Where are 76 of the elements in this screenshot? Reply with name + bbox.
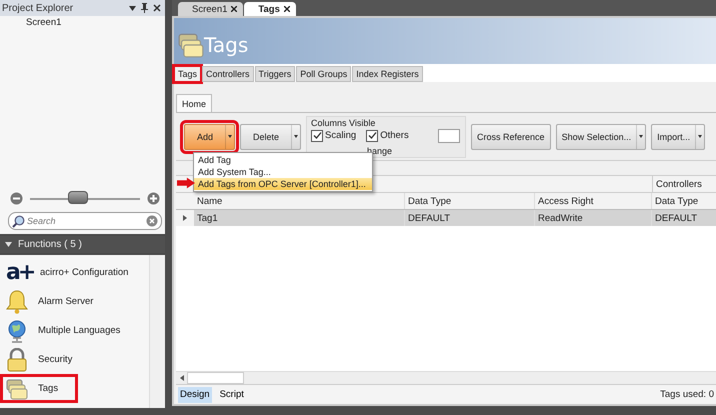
checkbox-option[interactable]: Scaling: [311, 130, 356, 142]
caret-icon: [294, 135, 298, 138]
function-label: Tags: [38, 383, 58, 394]
tab[interactable]: Triggers: [254, 66, 296, 82]
globe-icon: [6, 318, 28, 342]
table-cell: ReadWrite: [535, 210, 652, 226]
function-label: acirro+ Configuration: [40, 267, 128, 278]
document-tab[interactable]: Screen1: [178, 2, 244, 16]
search-input[interactable]: Search: [27, 216, 144, 226]
folders-icon: [6, 378, 28, 400]
scrollbar[interactable]: [149, 255, 165, 408]
menu-item[interactable]: Add Tag: [194, 154, 372, 166]
scroll-thumb[interactable]: [187, 372, 244, 384]
column-group-header: Controllers: [653, 176, 716, 192]
collapse-icon: [5, 242, 12, 247]
close-icon[interactable]: [153, 4, 161, 12]
tab[interactable]: Controllers: [202, 66, 254, 82]
menu-item[interactable]: Add Tags from OPC Server [Controller1]...: [194, 178, 372, 190]
ribbon-button[interactable]: Delete: [240, 124, 302, 150]
page-title: Tags: [204, 33, 248, 57]
input-field[interactable]: [438, 128, 460, 142]
close-icon[interactable]: [284, 6, 290, 12]
caret-icon: [228, 135, 232, 138]
checkbox[interactable]: [366, 130, 378, 142]
ribbon-tab[interactable]: Home: [176, 94, 212, 112]
row-pointer-icon: [183, 215, 187, 221]
function-label: Security: [38, 354, 72, 365]
pin-icon[interactable]: [141, 3, 148, 13]
section-header[interactable]: Functions ( 5 ): [0, 236, 165, 253]
column-header[interactable]: Data Type: [652, 193, 716, 209]
function-item[interactable]: a+ acirro+ Configuration: [0, 258, 149, 287]
function-item[interactable]: Tags: [0, 374, 78, 403]
column-header[interactable]: Data Type: [405, 193, 535, 209]
ribbon-button[interactable]: Cross Reference: [471, 124, 551, 150]
dropdown-icon[interactable]: [129, 6, 136, 10]
caret-icon: [698, 135, 702, 138]
document-tab[interactable]: Tags: [244, 2, 296, 16]
ribbon-button[interactable]: Show Selection...: [556, 124, 646, 150]
scroll-left-icon[interactable]: [180, 375, 184, 381]
tab[interactable]: Poll Groups: [296, 66, 352, 82]
checkbox-option[interactable]: Others: [366, 130, 409, 142]
table-cell: DEFAULT: [405, 210, 535, 226]
caret-icon: [639, 135, 644, 138]
function-item[interactable]: Multiple Languages: [0, 316, 149, 345]
view-tab[interactable]: Design: [178, 386, 212, 402]
bell-icon: [6, 290, 28, 314]
close-icon[interactable]: [231, 6, 238, 12]
function-label: Alarm Server: [38, 296, 94, 307]
folders-icon: [178, 32, 204, 58]
scrollbar[interactable]: [176, 371, 716, 384]
function-item[interactable]: Security: [0, 345, 149, 374]
search-icon: [12, 214, 25, 228]
column-header[interactable]: Access Right: [535, 193, 652, 209]
zoom-out-icon[interactable]: [10, 192, 23, 205]
tree-item[interactable]: Screen1: [0, 17, 170, 28]
clear-icon[interactable]: [146, 215, 158, 227]
search-field[interactable]: Search: [8, 212, 162, 230]
menu-item[interactable]: Add System Tag...: [194, 166, 372, 178]
status-text: Tags used: 0: [660, 389, 714, 400]
checkbox[interactable]: [311, 130, 324, 142]
ribbon-button[interactable]: Import...: [651, 124, 706, 150]
tab[interactable]: Index Registers: [352, 66, 423, 82]
view-tab[interactable]: Script: [218, 386, 246, 402]
panel-title: Project Explorer: [2, 2, 74, 14]
column-header[interactable]: Name: [194, 193, 405, 209]
table-cell: DEFAULT: [652, 210, 716, 226]
tab[interactable]: Tags: [174, 66, 202, 82]
section-title: Functions ( 5 ): [18, 239, 82, 250]
function-item[interactable]: Alarm Server: [0, 287, 149, 316]
table-cell: Tag1: [194, 210, 405, 226]
zoom-slider[interactable]: [30, 191, 140, 206]
padlock-icon: [6, 348, 28, 372]
table-row[interactable]: Tag1 DEFAULT ReadWrite DEFAULT: [176, 210, 716, 226]
zoom-in-icon[interactable]: [147, 192, 160, 205]
function-label: Multiple Languages: [38, 325, 120, 336]
group-title: Columns Visible: [310, 116, 376, 128]
